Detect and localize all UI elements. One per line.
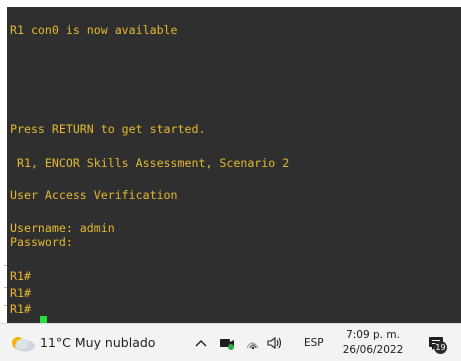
partly-cloudy-icon <box>8 333 36 353</box>
terminal-line: Username: admin <box>10 221 115 235</box>
clock-time: 7:09 p. m. <box>346 329 400 341</box>
terminal-line: R1# <box>10 302 31 316</box>
clock-date: 26/06/2022 <box>342 344 404 356</box>
terminal-line: R1 con0 is now available <box>10 23 178 37</box>
terminal-line: Password: <box>10 235 73 249</box>
left-edge <box>0 0 7 323</box>
speaker-icon <box>267 336 282 349</box>
wifi-button[interactable] <box>245 324 260 361</box>
terminal-cursor <box>40 316 47 323</box>
terminal-line: R1, ENCOR Skills Assessment, Scenario 2 <box>10 156 290 170</box>
terminal-line: Press RETURN to get started. <box>10 122 206 136</box>
chevron-up-icon <box>195 339 207 346</box>
weather-widget[interactable]: 11°C Muy nublado <box>8 324 155 361</box>
wifi-icon <box>246 341 259 349</box>
meet-now-button[interactable] <box>219 324 235 361</box>
tray-chevron-button[interactable] <box>194 324 208 361</box>
notification-badge: 19 <box>434 341 447 354</box>
taskbar: 11°C Muy nublado ESP 7:09 p. m. 26/06/20… <box>0 323 461 361</box>
meet-now-icon <box>220 338 234 350</box>
terminal-line: R1# <box>10 286 31 300</box>
terminal-line: R1# <box>10 269 31 283</box>
weather-text: 11°C Muy nublado <box>40 335 156 350</box>
terminal-window[interactable]: R1 con0 is now available Press RETURN to… <box>7 7 461 323</box>
language-indicator[interactable]: ESP <box>304 324 324 361</box>
terminal-line: User Access Verification <box>10 188 178 202</box>
volume-button[interactable] <box>266 324 284 361</box>
clock[interactable]: 7:09 p. m. 26/06/2022 <box>339 328 407 358</box>
